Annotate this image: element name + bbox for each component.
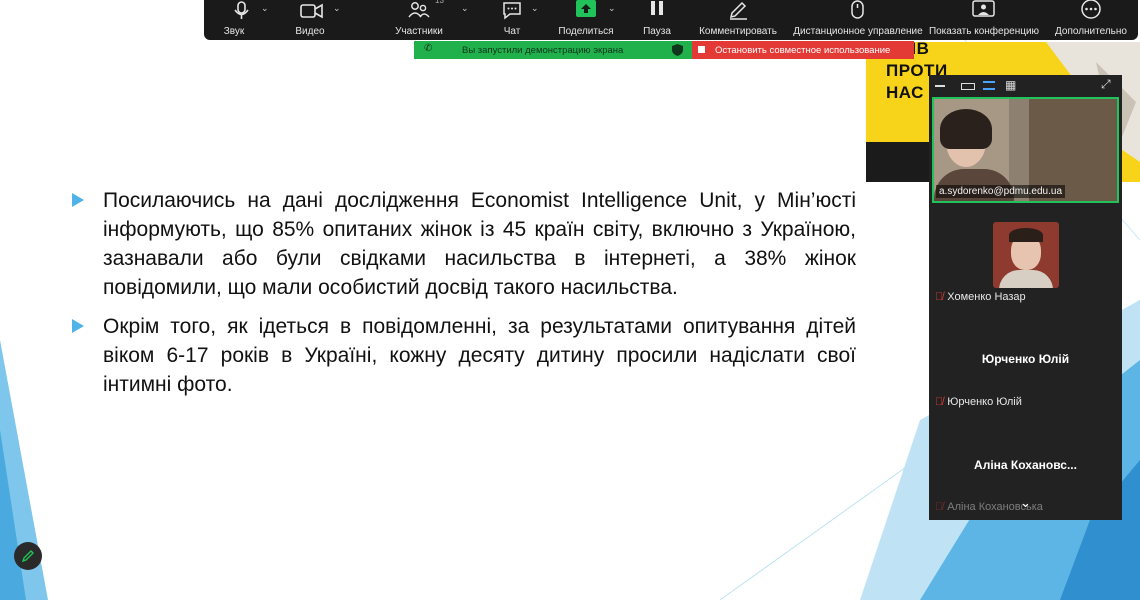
screen-share-bar: ✆ Вы запустили демонстрацию экрана Остан… bbox=[414, 41, 914, 59]
audio-button[interactable]: ⌄ Звук bbox=[204, 0, 269, 40]
pause-share-button[interactable]: Пауза bbox=[630, 0, 684, 40]
pencil-icon bbox=[729, 1, 747, 20]
annotate-button[interactable]: Комментировать bbox=[684, 0, 792, 40]
participant-avatar bbox=[993, 222, 1059, 288]
participant-name-row: 🎙̸ Юрченко Юлій bbox=[935, 396, 1022, 408]
show-conference-icon bbox=[972, 0, 995, 17]
poster-dark-block bbox=[866, 142, 930, 182]
speaker-name-tag: a.sydorenko@pdmu.edu.ua bbox=[936, 185, 1066, 198]
strip-view-icon[interactable] bbox=[983, 81, 995, 90]
scroll-down-chevron-icon[interactable]: ⌄ bbox=[929, 496, 1122, 509]
annotate-label: Комментировать bbox=[699, 26, 777, 37]
chevron-down-icon[interactable]: ⌄ bbox=[461, 3, 469, 14]
participant-name: Хоменко Назар bbox=[947, 291, 1026, 303]
slide-bullet: Окрім того, як ідеться в повідомленні, з… bbox=[72, 312, 856, 399]
pause-icon bbox=[651, 1, 663, 15]
share-screen-icon bbox=[576, 0, 596, 17]
share-status-text: Вы запустили демонстрацию экрана bbox=[462, 44, 624, 56]
muted-mic-icon: 🎙̸ bbox=[935, 396, 944, 408]
minimize-icon[interactable] bbox=[935, 85, 945, 87]
zoom-toolbar: ⌄ Звук ⌄ Видео 13 ⌄ Участники ⌄ Чат ⌄ По… bbox=[204, 0, 1138, 40]
chat-button[interactable]: ⌄ Чат bbox=[482, 0, 542, 40]
more-label: Дополнительно bbox=[1055, 26, 1127, 37]
video-gallery-panel: ▦ ⤢ a.sydorenko@pdmu.edu.ua 🎙̸ Хоменко Н… bbox=[929, 75, 1122, 520]
gallery-header: ▦ ⤢ bbox=[929, 75, 1122, 95]
more-button[interactable]: Дополнительно bbox=[1044, 0, 1138, 40]
remote-control-button[interactable]: Дистанционное управление bbox=[792, 0, 924, 40]
participants-label: Участники bbox=[395, 26, 443, 37]
active-speaker-video[interactable]: a.sydorenko@pdmu.edu.ua bbox=[932, 97, 1119, 203]
slide-bullet: Посилаючись на дані дослідження Economis… bbox=[72, 186, 856, 302]
annotation-pen-button[interactable] bbox=[14, 542, 42, 570]
share-screen-button[interactable]: ⌄ Поделиться bbox=[542, 0, 630, 40]
show-conf-label: Показать конференцию bbox=[928, 26, 1040, 37]
participant-name-row: 🎙̸ Хоменко Назар bbox=[935, 291, 1026, 303]
mouse-icon bbox=[851, 0, 864, 19]
muted-mic-icon: 🎙̸ bbox=[935, 291, 944, 303]
share-label: Поделиться bbox=[558, 26, 614, 37]
video-label: Видео bbox=[295, 26, 325, 37]
participant-display-name: Юрченко Юлій bbox=[981, 352, 1070, 366]
audio-label: Звук bbox=[223, 26, 245, 37]
pause-label: Пауза bbox=[643, 26, 671, 37]
speaker-view-icon[interactable] bbox=[961, 83, 975, 90]
participants-count: 13 bbox=[435, 0, 444, 5]
video-button[interactable]: ⌄ Видео bbox=[264, 0, 356, 40]
bullet-arrow-icon bbox=[72, 319, 84, 333]
remote-label: Дистанционное управление bbox=[793, 26, 923, 37]
shield-icon bbox=[672, 44, 683, 56]
share-status: ✆ Вы запустили демонстрацию экрана bbox=[414, 41, 692, 59]
bullet-text: Посилаючись на дані дослідження Economis… bbox=[103, 189, 856, 299]
chevron-down-icon[interactable]: ⌄ bbox=[333, 3, 341, 14]
chevron-down-icon[interactable]: ⌄ bbox=[531, 3, 539, 14]
participant-name: Юрченко Юлій bbox=[947, 396, 1022, 408]
participants-icon bbox=[408, 2, 430, 18]
chevron-down-icon[interactable]: ⌄ bbox=[608, 3, 616, 14]
phone-icon: ✆ bbox=[424, 43, 433, 54]
slide-content: Посилаючись на дані дослідження Economis… bbox=[72, 186, 856, 409]
grid-view-icon[interactable]: ▦ bbox=[1005, 78, 1016, 92]
stop-square-icon bbox=[698, 46, 705, 53]
microphone-icon bbox=[234, 1, 249, 19]
avatar-hair bbox=[1009, 228, 1043, 242]
chat-bubble-icon bbox=[503, 2, 521, 20]
more-dots-icon bbox=[1081, 0, 1101, 19]
poster-line: НАС bbox=[886, 83, 924, 102]
pen-icon bbox=[21, 550, 34, 563]
chat-label: Чат bbox=[503, 26, 521, 37]
bullet-text: Окрім того, як ідеться в повідомленні, з… bbox=[103, 315, 856, 396]
stop-share-button[interactable]: Остановить совместное использование bbox=[692, 41, 914, 59]
stop-share-text: Остановить совместное использование bbox=[715, 44, 891, 56]
participants-button[interactable]: 13 ⌄ Участники bbox=[356, 0, 482, 40]
expand-icon[interactable]: ⤢ bbox=[1101, 77, 1111, 92]
hair bbox=[940, 109, 992, 149]
show-conference-button[interactable]: Показать конференцию bbox=[924, 0, 1044, 40]
bullet-arrow-icon bbox=[72, 193, 84, 207]
video-camera-icon bbox=[300, 3, 323, 19]
participant-display-name: Аліна Кохановс... bbox=[974, 458, 1077, 472]
